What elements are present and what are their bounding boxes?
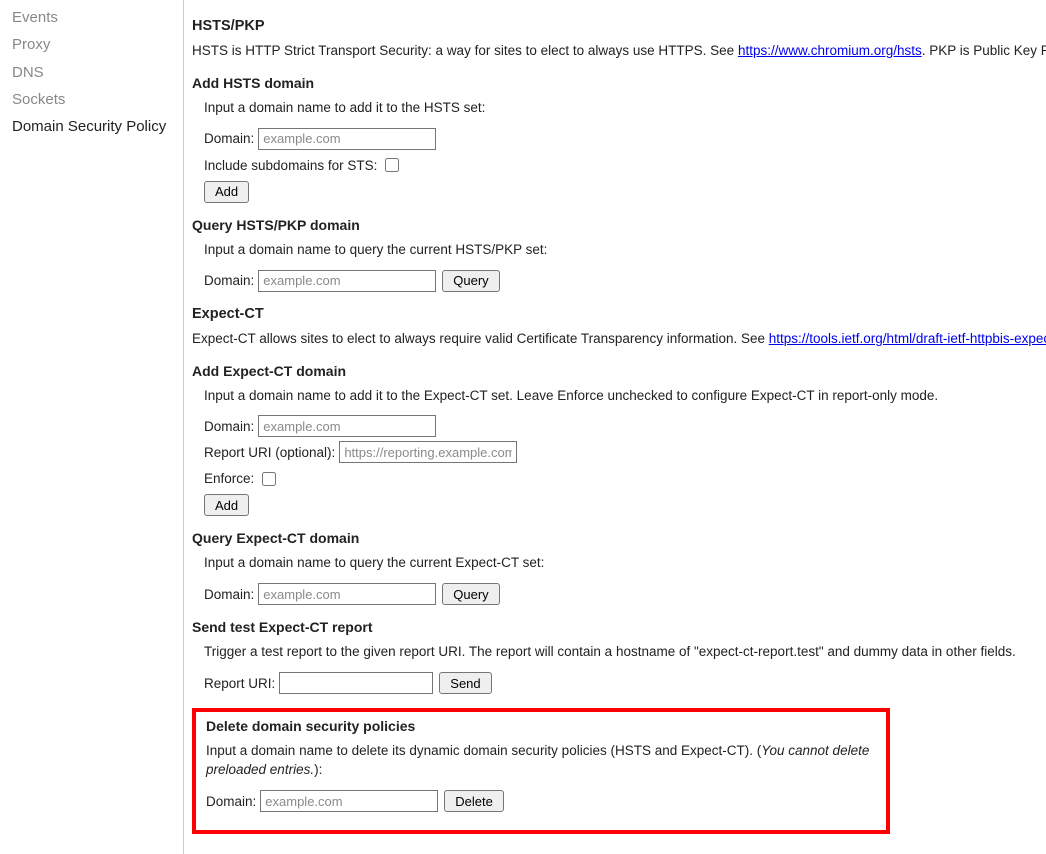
add-expectct-domain-input[interactable] [258,415,436,437]
add-expectct-domain-label: Domain: [204,419,254,434]
query-hsts-domain-input[interactable] [258,270,436,292]
hsts-desc-suffix: . PKP is Public Key Pinning: Chrome "pin… [922,43,1046,58]
test-expectct-instr: Trigger a test report to the given repor… [204,643,1046,662]
sidebar-item-proxy[interactable]: Proxy [12,31,183,58]
delete-title: Delete domain security policies [206,718,876,734]
expectct-desc-prefix: Expect-CT allows sites to elect to alway… [192,331,769,346]
sidebar-item-sockets[interactable]: Sockets [12,86,183,113]
hsts-heading: HSTS/PKP [192,18,1046,34]
query-hsts-button[interactable]: Query [442,270,499,292]
expectct-link[interactable]: https://tools.ietf.org/html/draft-ietf-h… [769,331,1046,346]
add-hsts-include-subdomains-label: Include subdomains for STS: [204,158,377,173]
add-expectct-button[interactable]: Add [204,494,249,516]
delete-instr: Input a domain name to delete its dynami… [206,742,876,780]
delete-button[interactable]: Delete [444,790,504,812]
delete-domain-label: Domain: [206,794,256,809]
test-expectct-send-button[interactable]: Send [439,672,491,694]
add-hsts-domain-input[interactable] [258,128,436,150]
sidebar-item-events[interactable]: Events [12,4,183,31]
test-expectct-title: Send test Expect-CT report [192,619,1046,635]
add-expectct-instr: Input a domain name to add it to the Exp… [204,387,1046,406]
hsts-description: HSTS is HTTP Strict Transport Security: … [192,42,1046,61]
query-expectct-title: Query Expect-CT domain [192,530,1046,546]
delete-domain-input[interactable] [260,790,438,812]
delete-instr-prefix: Input a domain name to delete its dynami… [206,743,761,758]
add-hsts-include-subdomains-checkbox[interactable] [385,158,399,172]
hsts-link[interactable]: https://www.chromium.org/hsts [738,43,922,58]
test-expectct-report-uri-label: Report URI: [204,676,275,691]
query-hsts-instr: Input a domain name to query the current… [204,241,1046,260]
sidebar-item-domain-security-policy[interactable]: Domain Security Policy [12,113,183,140]
query-hsts-title: Query HSTS/PKP domain [192,217,1046,233]
add-expectct-report-uri-label: Report URI (optional): [204,445,335,460]
test-expectct-report-uri-input[interactable] [279,672,433,694]
add-hsts-instr: Input a domain name to add it to the HST… [204,99,1046,118]
sidebar: Events Proxy DNS Sockets Domain Security… [0,0,183,854]
hsts-desc-prefix: HSTS is HTTP Strict Transport Security: … [192,43,738,58]
add-hsts-title: Add HSTS domain [192,75,1046,91]
add-expectct-report-uri-input[interactable] [339,441,517,463]
expectct-description: Expect-CT allows sites to elect to alway… [192,330,1046,349]
query-hsts-domain-label: Domain: [204,273,254,288]
query-expectct-domain-label: Domain: [204,587,254,602]
query-expectct-button[interactable]: Query [442,583,499,605]
add-expectct-enforce-label: Enforce: [204,471,254,486]
expectct-heading: Expect-CT [192,306,1046,322]
sidebar-item-dns[interactable]: DNS [12,59,183,86]
query-expectct-domain-input[interactable] [258,583,436,605]
add-hsts-domain-label: Domain: [204,131,254,146]
query-expectct-instr: Input a domain name to query the current… [204,554,1046,573]
add-expectct-enforce-checkbox[interactable] [262,472,276,486]
add-hsts-button[interactable]: Add [204,181,249,203]
main-content: HSTS/PKP HSTS is HTTP Strict Transport S… [183,0,1046,854]
delete-section-highlight: Delete domain security policies Input a … [192,708,890,834]
add-expectct-title: Add Expect-CT domain [192,363,1046,379]
delete-instr-suffix: ): [314,762,322,777]
